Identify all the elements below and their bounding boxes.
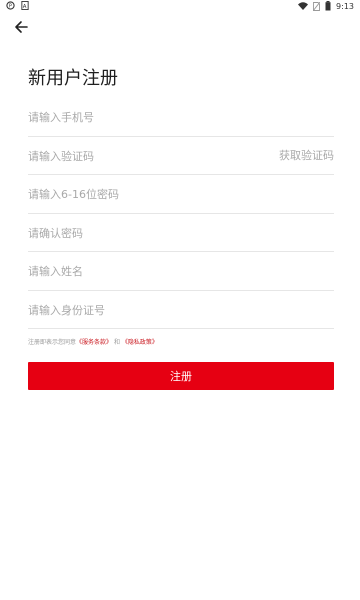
back-button[interactable] xyxy=(10,16,32,38)
no-sim-icon xyxy=(312,1,321,13)
register-form: 获取验证码 xyxy=(28,98,334,329)
privacy-link[interactable]: 《隐私政策》 xyxy=(122,339,158,346)
arrow-left-icon xyxy=(15,21,28,33)
password-field-row xyxy=(28,175,334,214)
confirm-password-field-row xyxy=(28,214,334,252)
agreement-text: 注册即表示您同意《服务条款》 和 《隐私政策》 xyxy=(28,337,158,346)
a-icon: A xyxy=(21,1,29,13)
verification-code-input[interactable] xyxy=(28,149,228,163)
id-number-field-row xyxy=(28,291,334,329)
status-time: 9:13 xyxy=(336,2,354,11)
svg-text:A: A xyxy=(23,4,27,10)
get-code-button[interactable]: 获取验证码 xyxy=(279,137,334,175)
agreement-prefix: 注册即表示您同意 xyxy=(28,339,77,346)
name-field-row xyxy=(28,252,334,291)
register-button[interactable]: 注册 xyxy=(28,362,334,390)
id-number-input[interactable] xyxy=(28,303,228,317)
phone-input[interactable] xyxy=(28,111,228,125)
agreement-conjunction: 和 xyxy=(113,339,120,346)
password-input[interactable] xyxy=(28,188,228,202)
wifi-icon xyxy=(298,2,309,12)
confirm-password-input[interactable] xyxy=(28,226,228,240)
page-title: 新用户注册 xyxy=(28,68,118,89)
battery-icon xyxy=(325,1,331,13)
p-circle-icon: P xyxy=(6,1,15,13)
code-field-row: 获取验证码 xyxy=(28,137,334,175)
phone-field-row xyxy=(28,98,334,137)
status-right-icons: 9:13 xyxy=(298,1,354,13)
terms-link[interactable]: 《服务条款》 xyxy=(76,339,112,346)
status-left-icons: P A xyxy=(6,1,29,13)
svg-text:P: P xyxy=(9,3,12,9)
status-bar: P A 9:13 xyxy=(0,0,360,12)
name-input[interactable] xyxy=(28,265,228,279)
